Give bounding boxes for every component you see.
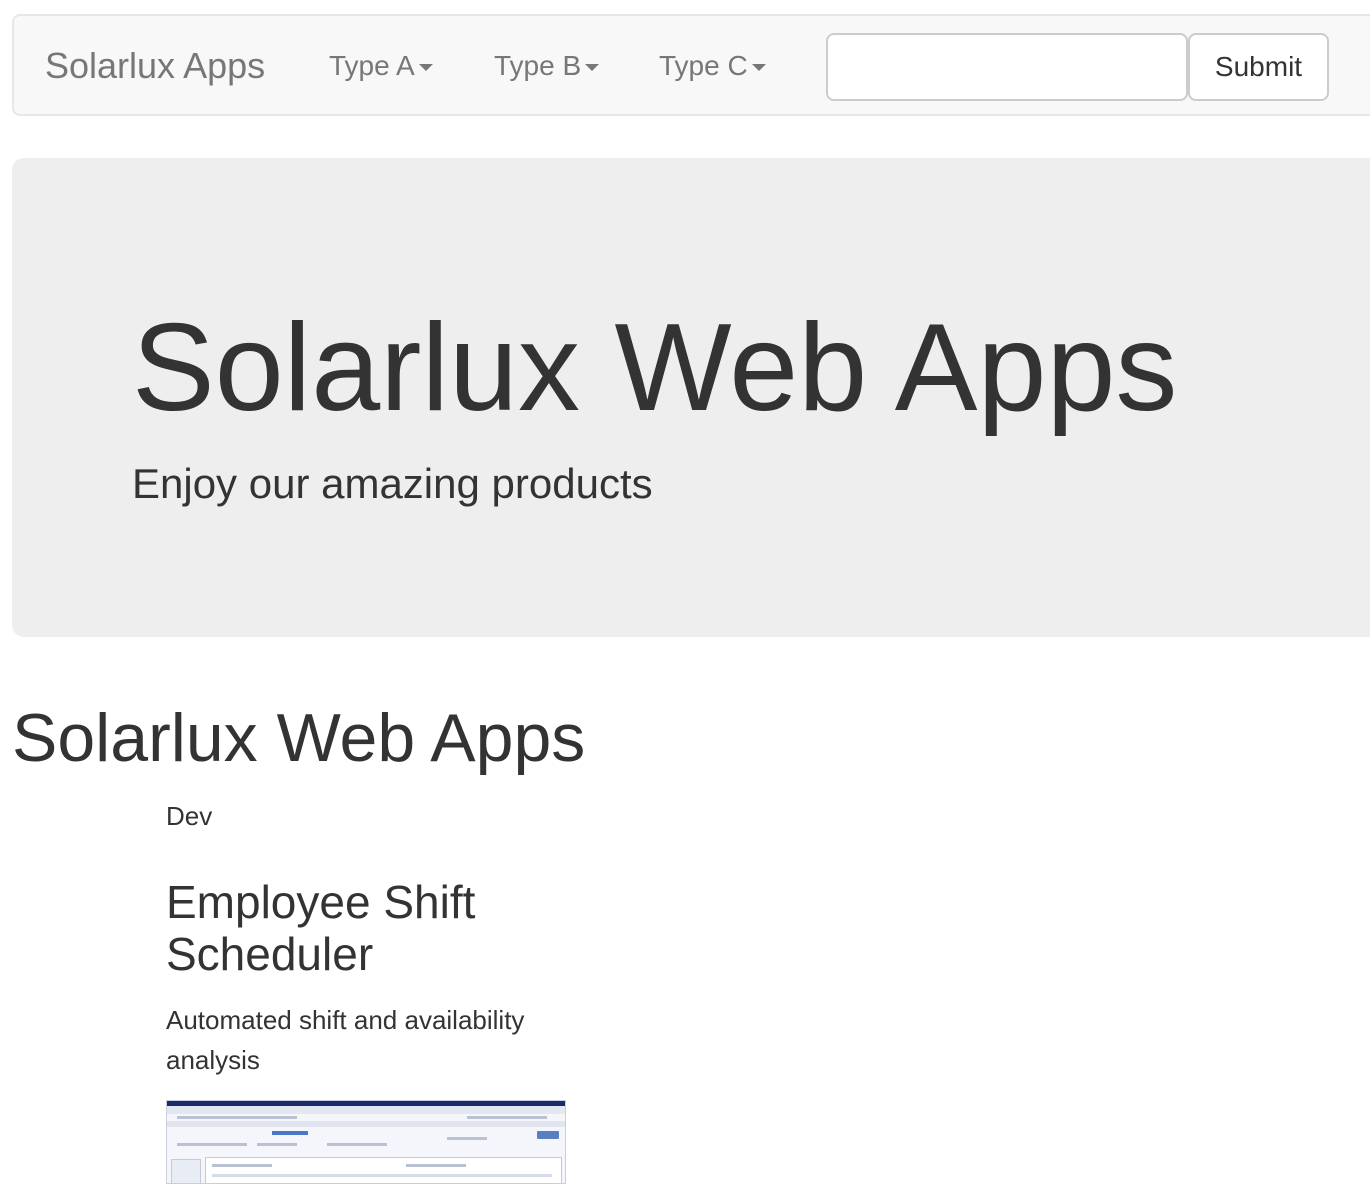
- menu-type-c[interactable]: Type C: [659, 48, 766, 84]
- menu-type-a[interactable]: Type A: [329, 48, 433, 84]
- thumb-highlight: [272, 1131, 308, 1135]
- caret-down-icon: [418, 64, 433, 72]
- app-category: Dev: [166, 801, 213, 831]
- thumb-panel: [205, 1157, 562, 1183]
- menu-type-b[interactable]: Type B: [494, 48, 600, 84]
- caret-down-icon: [585, 64, 600, 72]
- jumbotron-title: Solarlux Web Apps: [132, 299, 1178, 437]
- app-description: Automated shift and availability analysi…: [166, 1005, 525, 1075]
- top-navbar: Solarlux Apps Type A Type B Type C Submi…: [12, 14, 1370, 116]
- page-title: Solarlux Web Apps: [12, 700, 586, 776]
- menu-type-a-label: Type A: [329, 50, 415, 81]
- menu-type-c-label: Type C: [659, 50, 748, 81]
- jumbotron-subtitle: Enjoy our amazing products: [132, 460, 653, 507]
- search-input[interactable]: [826, 33, 1188, 101]
- thumb-toolbar: [167, 1106, 565, 1114]
- caret-down-icon: [751, 64, 766, 72]
- menu-type-b-label: Type B: [494, 50, 582, 81]
- submit-button[interactable]: Submit: [1188, 33, 1329, 101]
- app-title: Employee Shift Scheduler: [166, 876, 476, 980]
- navbar-brand[interactable]: Solarlux Apps: [45, 44, 265, 88]
- app-screenshot-thumbnail[interactable]: [166, 1100, 566, 1184]
- jumbotron: Solarlux Web Apps Enjoy our amazing prod…: [12, 158, 1370, 637]
- thumb-sidebar: [171, 1159, 201, 1183]
- thumb-menubar: [167, 1121, 565, 1127]
